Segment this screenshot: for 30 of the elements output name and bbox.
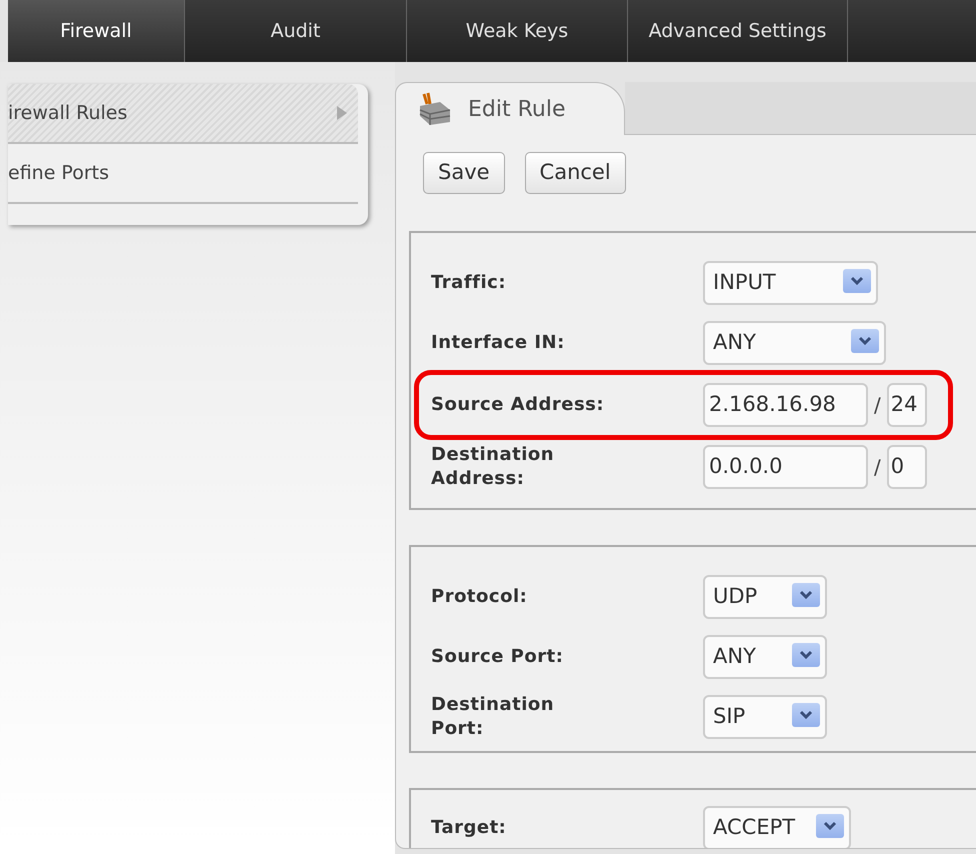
tab-title: Edit Rule (468, 96, 566, 124)
action-button[interactable]: Cancel (524, 152, 626, 194)
field-label: Source Port: (431, 645, 564, 669)
dropdown[interactable]: ANY (703, 635, 827, 679)
nav-tab[interactable]: Advanced Settings (628, 0, 848, 62)
action-button[interactable]: Save (423, 152, 505, 194)
field-label: Source Address: (431, 393, 606, 417)
field-label: Destination Port: (431, 693, 556, 741)
field-label: Interface IN: (431, 331, 566, 355)
sidebar-item[interactable]: efine Ports (8, 144, 358, 204)
field-label: Traffic: (431, 271, 508, 295)
prefix-input[interactable]: 24 (886, 383, 927, 427)
separator: / (873, 392, 882, 419)
dropdown[interactable]: SIP (703, 695, 827, 739)
dropdown[interactable]: ACCEPT (703, 806, 851, 848)
dropdown[interactable]: INPUT (703, 261, 878, 305)
address-input[interactable]: 0.0.0.0 (703, 445, 868, 489)
field-label: Target: (431, 816, 508, 840)
prefix-input[interactable]: 0 (886, 445, 927, 489)
separator: / (873, 454, 882, 481)
dropdown[interactable]: UDP (703, 575, 827, 619)
field-label: Destination Address: (431, 443, 556, 491)
sidebar-item[interactable]: irewall Rules (8, 84, 358, 144)
address-input[interactable]: 2.168.16.98 (703, 383, 868, 427)
nav-tab[interactable]: Weak Keys (407, 0, 628, 62)
edit-rule-tab[interactable]: Edit Rule (395, 82, 625, 135)
arrow-icon (336, 105, 348, 121)
dropdown[interactable]: ANY (703, 321, 886, 365)
nav-tab[interactable]: Firewall (8, 0, 185, 62)
field-label: Protocol: (431, 585, 528, 609)
